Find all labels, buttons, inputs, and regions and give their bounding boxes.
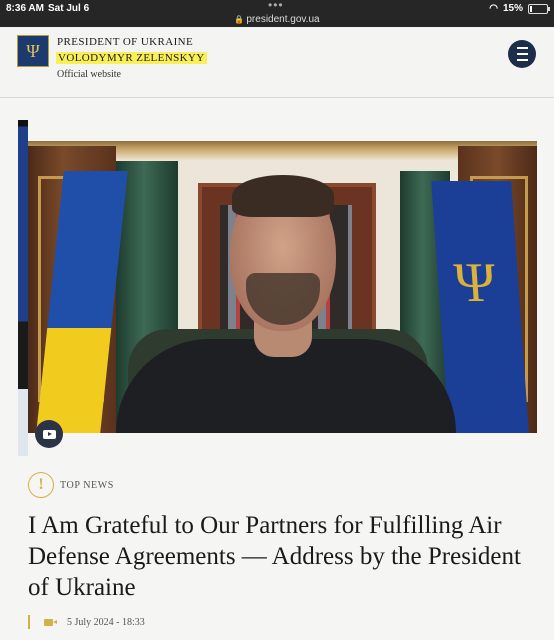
category-tag[interactable]: ! TOP NEWS [28, 472, 114, 498]
more-dots-icon[interactable]: ••• [268, 0, 284, 12]
hamburger-menu-icon [516, 45, 528, 63]
video-thumbnail[interactable] [28, 141, 537, 433]
trident-icon[interactable]: Ψ [17, 35, 49, 67]
site-subtitle: Official website [57, 69, 121, 80]
site-title[interactable]: PRESIDENT OF UKRAINE [57, 36, 193, 48]
carousel-prev-slide[interactable] [18, 120, 28, 456]
status-right: ◠ 15% [489, 3, 550, 14]
exclamation-icon: ! [28, 472, 54, 498]
article-date: 5 July 2024 - 18:33 [67, 616, 145, 628]
video-camera-icon [44, 618, 57, 626]
article-meta: 5 July 2024 - 18:33 [28, 615, 145, 629]
youtube-icon [42, 429, 56, 439]
category-label: TOP NEWS [60, 479, 114, 491]
meta-divider [28, 615, 30, 629]
status-time: 8:36 AM [6, 3, 44, 14]
battery-percent: 15% [502, 3, 523, 14]
menu-button[interactable] [508, 40, 536, 68]
article-headline[interactable]: I Am Grateful to Our Partners for Fulfil… [28, 510, 538, 603]
main-content: ! TOP NEWS I Am Grateful to Our Partners… [0, 98, 554, 640]
president-name[interactable]: VOLODYMYR ZELENSKYY [56, 52, 207, 64]
status-bar: 8:36 AM Sat Jul 6 ••• 🔒 president.gov.ua … [0, 0, 554, 27]
address-bar[interactable]: 🔒 president.gov.ua [0, 14, 554, 25]
battery-icon [528, 3, 550, 14]
site-header: Ψ PRESIDENT OF UKRAINE VOLODYMYR ZELENSK… [0, 27, 554, 98]
youtube-play-button[interactable] [35, 420, 63, 448]
wifi-icon: ◠ [489, 3, 498, 14]
url-text: president.gov.ua [246, 14, 320, 25]
lock-icon: 🔒 [234, 15, 245, 24]
status-date: Sat Jul 6 [48, 3, 90, 14]
